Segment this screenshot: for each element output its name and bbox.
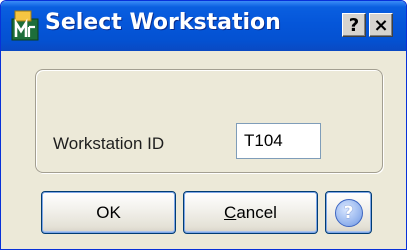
window-title: Select Workstation bbox=[45, 10, 281, 35]
cancel-button[interactable]: Cancel bbox=[183, 191, 318, 234]
close-icon: × bbox=[373, 14, 389, 36]
ok-button-label: OK bbox=[96, 202, 121, 222]
titlebar-help-button[interactable]: ? bbox=[342, 13, 366, 37]
workstation-id-input[interactable] bbox=[236, 123, 321, 159]
mas-app-icon bbox=[11, 10, 39, 41]
cancel-button-label: Cancel bbox=[224, 203, 277, 223]
ok-button[interactable]: OK bbox=[41, 191, 176, 234]
help-icon: ? bbox=[334, 198, 363, 227]
workstation-id-label: Workstation ID bbox=[53, 134, 165, 153]
workstation-group bbox=[35, 69, 383, 173]
title-bar[interactable]: Select Workstation ? × bbox=[1, 1, 406, 51]
close-button[interactable]: × bbox=[369, 13, 393, 37]
help-button[interactable]: ? bbox=[325, 191, 372, 234]
cancel-mnemonic: C bbox=[224, 202, 237, 222]
cancel-label-rest: ancel bbox=[236, 202, 277, 222]
question-mark-icon: ? bbox=[348, 14, 360, 36]
help-question-glyph: ? bbox=[343, 202, 354, 223]
dialog-window: Select Workstation ? × Workstation ID OK… bbox=[0, 0, 407, 250]
